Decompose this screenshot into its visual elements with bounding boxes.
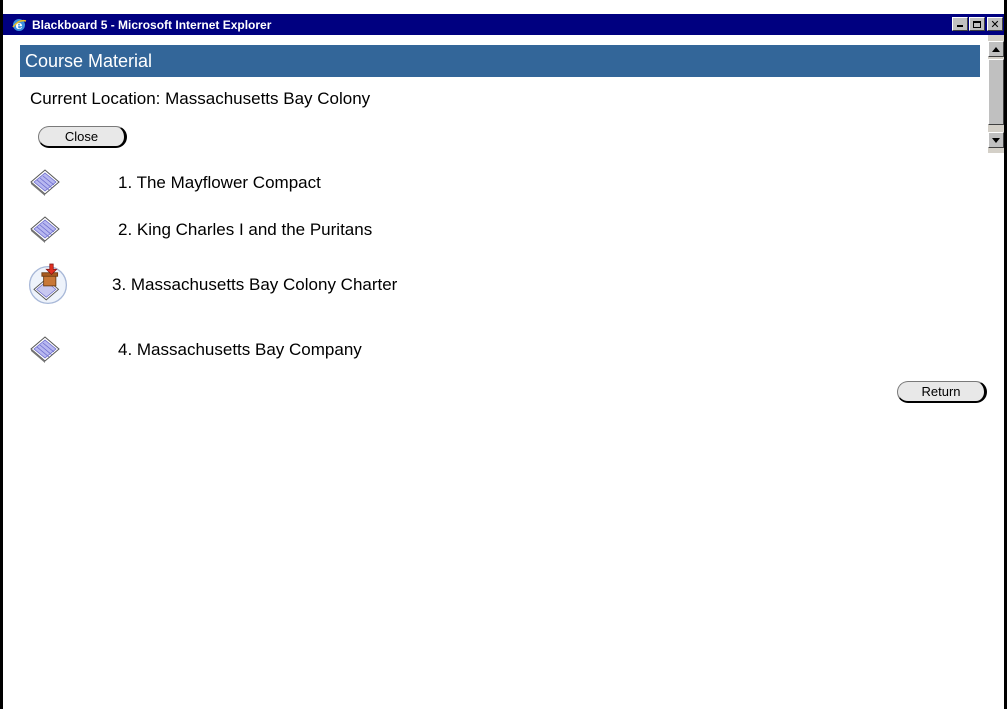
document-icon: [27, 210, 69, 250]
document-icon: [27, 330, 69, 370]
scroll-down-button[interactable]: [988, 132, 1004, 148]
item-title[interactable]: 4. Massachusetts Bay Company: [118, 340, 362, 360]
arrow-down-icon: [992, 137, 1000, 143]
minimize-button[interactable]: [952, 17, 968, 31]
page-content: Course Material Current Location: Massac…: [3, 35, 987, 709]
arrow-up-icon: [992, 46, 1000, 52]
close-window-button[interactable]: ✕: [987, 17, 1003, 31]
window-controls: ✕: [951, 17, 1003, 31]
scroll-thumb[interactable]: [988, 59, 1004, 125]
list-item[interactable]: 1. The Mayflower Compact: [27, 163, 321, 203]
close-button[interactable]: Close: [38, 126, 127, 148]
close-icon: ✕: [990, 17, 1000, 31]
return-button[interactable]: Return: [897, 381, 987, 403]
browser-window: e Blackboard 5 - Microsoft Internet Expl…: [0, 0, 1007, 709]
item-title[interactable]: 3. Massachusetts Bay Colony Charter: [112, 275, 397, 295]
title-bar[interactable]: e Blackboard 5 - Microsoft Internet Expl…: [3, 14, 1004, 35]
maximize-button[interactable]: [969, 17, 985, 31]
page-header: Course Material: [20, 45, 980, 77]
list-item[interactable]: 3. Massachusetts Bay Colony Charter: [27, 263, 397, 305]
document-icon: [27, 163, 69, 203]
scroll-up-button[interactable]: [988, 41, 1004, 57]
maximize-icon: [973, 20, 981, 28]
minimize-icon: [957, 25, 963, 27]
vertical-scrollbar[interactable]: [988, 35, 1004, 153]
document-download-icon: [27, 263, 69, 305]
item-title[interactable]: 1. The Mayflower Compact: [118, 173, 321, 193]
list-item[interactable]: 4. Massachusetts Bay Company: [27, 330, 362, 370]
page-title: Course Material: [25, 50, 153, 71]
current-location: Current Location: Massachusetts Bay Colo…: [30, 89, 371, 108]
item-title[interactable]: 2. King Charles I and the Puritans: [118, 220, 372, 240]
list-item[interactable]: 2. King Charles I and the Puritans: [27, 210, 372, 250]
window-title: Blackboard 5 - Microsoft Internet Explor…: [32, 17, 272, 32]
internet-explorer-icon: e: [11, 17, 27, 33]
